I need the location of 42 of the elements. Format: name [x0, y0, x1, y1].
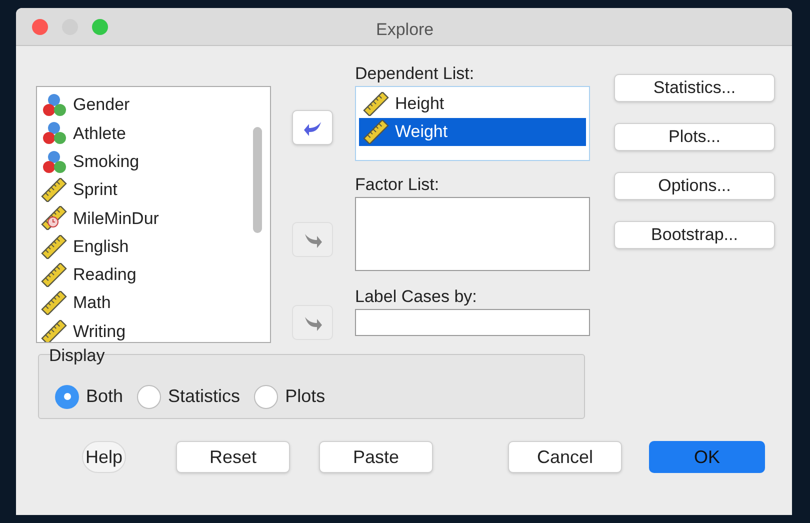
variable-item[interactable]: MileMinDur	[73, 206, 159, 232]
radio-button[interactable]	[55, 384, 79, 408]
variable-item[interactable]: English	[73, 234, 129, 260]
dialog-button[interactable]: Paste	[319, 441, 433, 473]
dialog-button[interactable]: Bootstrap...	[614, 221, 775, 249]
variable-item[interactable]: Math	[73, 290, 111, 316]
variable-item[interactable]: Smoking	[73, 148, 140, 174]
variable-item[interactable]: Gender	[73, 92, 130, 118]
dependent-item[interactable]: Height	[359, 90, 586, 118]
nominal-icon	[41, 93, 67, 118]
group-title: Display	[49, 345, 105, 367]
factor-list[interactable]	[355, 196, 590, 271]
label-cases-label: Label Cases by:	[355, 286, 478, 308]
variable-item[interactable]: Reading	[73, 262, 136, 288]
dialog-button[interactable]: Plots...	[614, 123, 775, 151]
radio-label[interactable]: Statistics	[168, 383, 240, 410]
nominal-icon	[41, 121, 67, 146]
dialog-button[interactable]: Cancel	[508, 441, 622, 473]
variable-list[interactable]: Gender Athlete Smoking Sprint MileMinDur English Reading Math Writing	[36, 86, 271, 343]
close-button[interactable]	[32, 18, 48, 34]
variable-item[interactable]: Writing	[73, 318, 126, 342]
nominal-icon	[41, 150, 67, 174]
label-cases-field[interactable]	[355, 308, 590, 336]
dependent-list-label: Dependent List:	[355, 63, 476, 85]
move-button[interactable]	[292, 110, 333, 145]
radio-label[interactable]: Plots	[285, 383, 326, 410]
dialog-button[interactable]: Statistics...	[614, 74, 775, 102]
radio-button[interactable]	[254, 384, 278, 408]
variable-item[interactable]: Athlete	[73, 120, 126, 146]
help-button[interactable]: Help	[82, 441, 126, 473]
window-title: Explore	[376, 19, 434, 41]
zoom-button[interactable]	[92, 18, 108, 34]
dialog-button[interactable]: Reset	[176, 441, 290, 473]
dialog-button[interactable]: Options...	[614, 172, 775, 200]
radio-button[interactable]	[137, 384, 162, 408]
radio-label[interactable]: Both	[86, 383, 124, 410]
variable-item[interactable]: Sprint	[73, 177, 118, 203]
factor-list-label: Factor List:	[355, 174, 440, 196]
ok-button[interactable]: OK	[649, 441, 765, 473]
dependent-list[interactable]: Height Weight	[355, 86, 590, 161]
scrollbar-thumb[interactable]	[253, 127, 262, 233]
dependent-item[interactable]: Weight	[359, 118, 586, 146]
